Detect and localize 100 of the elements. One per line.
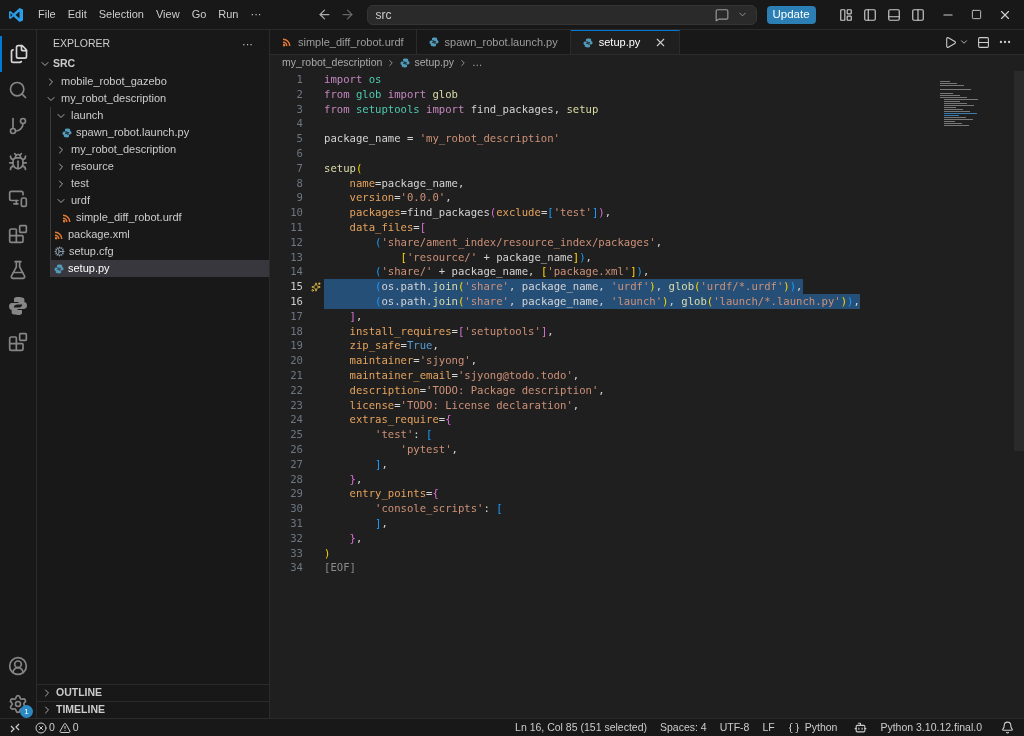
code-line: entry_points={ — [348, 486, 439, 502]
python-icon[interactable] — [8, 296, 28, 316]
warning-count[interactable]: 0 — [72, 719, 79, 736]
line-number: 6 — [295, 146, 303, 161]
blocks-icon[interactable] — [8, 224, 28, 244]
tree-entry[interactable]: package.xml — [51, 226, 269, 243]
code-line: extras_require={ — [348, 412, 452, 428]
status-item[interactable]: Spaces: 4 — [660, 719, 707, 736]
menu-item[interactable]: Selection — [93, 6, 149, 23]
code-line: maintainer='sjyong', — [348, 353, 478, 368]
chat-icon[interactable] — [714, 7, 729, 22]
editor-tab[interactable]: spawn_robot.launch.py — [416, 30, 571, 54]
line-number: 30 — [289, 501, 303, 516]
line-number: 10 — [289, 205, 303, 220]
line-number: 29 — [289, 486, 303, 502]
tree-entry[interactable]: setup.py — [51, 260, 269, 277]
bell-icon[interactable] — [1001, 721, 1014, 734]
breadcrumb-item[interactable]: … — [472, 55, 483, 71]
tree-folder[interactable]: my_robot_description — [37, 90, 269, 107]
flask-icon[interactable] — [8, 260, 28, 280]
maximize-icon[interactable] — [971, 9, 982, 20]
line-number: 19 — [289, 338, 303, 354]
layout-icon[interactable] — [839, 7, 853, 22]
tree-folder[interactable]: my_robot_description — [51, 141, 269, 158]
interpreter-status[interactable]: Python 3.10.12.final.0 — [880, 719, 982, 736]
tree-folder[interactable]: launch — [51, 107, 269, 124]
line-number: 9 — [295, 190, 303, 206]
line-number: 24 — [289, 412, 303, 428]
editor-tab[interactable]: simple_diff_robot.urdf — [270, 30, 417, 54]
tree-entry[interactable]: spawn_robot.launch.py — [51, 124, 269, 141]
root-folder-header[interactable]: SRC — [53, 56, 76, 72]
code-line: 'test': [ — [374, 427, 433, 442]
status-item[interactable]: UTF-8 — [719, 719, 750, 736]
branch-icon[interactable] — [8, 116, 28, 136]
rss-file-icon — [54, 229, 64, 240]
robot-icon[interactable] — [854, 721, 868, 734]
monitor-icon[interactable] — [8, 188, 28, 208]
line-number: 31 — [289, 515, 303, 531]
python-file-icon — [428, 37, 439, 47]
line-number: 22 — [289, 382, 303, 398]
files-icon[interactable] — [9, 44, 29, 64]
code-line: license='TODO: License declaration', — [348, 397, 580, 413]
language-mode[interactable]: Python — [804, 719, 838, 736]
search-icon[interactable] — [8, 80, 28, 100]
tree-folder[interactable]: urdf — [51, 192, 269, 209]
line-number: 34 — [289, 560, 303, 576]
split-editor-icon[interactable] — [977, 35, 990, 49]
menu-item[interactable]: File — [33, 6, 61, 23]
panel-toggle-icon[interactable] — [887, 7, 901, 22]
forward-arrow-icon[interactable] — [339, 7, 355, 22]
line-number: 23 — [289, 397, 303, 413]
account-icon[interactable] — [8, 656, 28, 676]
remote-icon[interactable] — [9, 721, 21, 734]
split-icon[interactable] — [911, 7, 925, 22]
tree-folder[interactable]: test — [51, 175, 269, 192]
code-line: version='0.0.0', — [348, 190, 452, 206]
tree-folder[interactable]: mobile_robot_gazebo — [37, 73, 269, 90]
error-icon[interactable] — [35, 721, 47, 734]
line-number: 32 — [289, 530, 303, 546]
status-item[interactable]: Ln 16, Col 85 (151 selected) — [515, 719, 647, 736]
back-arrow-icon[interactable] — [316, 7, 332, 22]
warning-icon[interactable] — [58, 721, 71, 734]
status-item[interactable]: LF — [762, 719, 775, 736]
chevron-down-icon[interactable] — [959, 37, 969, 47]
tree-entry[interactable]: simple_diff_robot.urdf — [51, 209, 269, 226]
code-line: zip_safe=True, — [348, 338, 439, 354]
braces-icon[interactable] — [787, 721, 800, 734]
app-logo-icon — [8, 6, 24, 23]
package-icon[interactable] — [8, 332, 28, 352]
editor-tab[interactable]: setup.py — [570, 30, 681, 54]
notification-badge: 1 — [20, 705, 33, 718]
menu-item[interactable]: Go — [186, 6, 212, 23]
code-line: install_requires=['setuptools'], — [348, 323, 554, 339]
breadcrumb-item[interactable]: my_robot_description — [282, 55, 383, 71]
section-header[interactable]: TIMELINE — [56, 702, 105, 718]
menu-item[interactable]: View — [150, 6, 185, 23]
code-line: from setuptools import find_packages, setup — [324, 101, 599, 117]
sidebar-toggle-icon[interactable] — [863, 7, 877, 22]
tree-folder[interactable]: resource — [51, 158, 269, 175]
section-header[interactable]: OUTLINE — [56, 685, 103, 701]
bug-icon[interactable] — [8, 152, 28, 172]
update-button[interactable]: Update — [766, 5, 816, 24]
code-line: 'console_scripts': [ — [374, 501, 503, 516]
run-icon[interactable] — [944, 35, 957, 49]
line-number: 20 — [289, 353, 303, 368]
menu-item[interactable]: Edit — [62, 6, 92, 23]
menu-item[interactable]: Run — [213, 6, 244, 23]
error-count[interactable]: 0 — [49, 719, 55, 736]
tree-entry[interactable]: setup.cfg — [51, 243, 269, 260]
command-center-field[interactable]: src — [366, 4, 757, 25]
line-number: 13 — [289, 249, 303, 265]
more-actions-button[interactable]: ··· — [242, 35, 253, 53]
line-number: 17 — [289, 308, 303, 324]
settings-icon[interactable] — [8, 694, 28, 714]
line-number: 15 — [289, 279, 303, 294]
menu-item[interactable]: ··· — [245, 6, 267, 23]
breadcrumb-item[interactable]: setup.py — [414, 55, 455, 71]
line-number: 25 — [289, 427, 303, 442]
sparkle-icon[interactable] — [311, 281, 321, 292]
line-number: 14 — [289, 264, 303, 280]
